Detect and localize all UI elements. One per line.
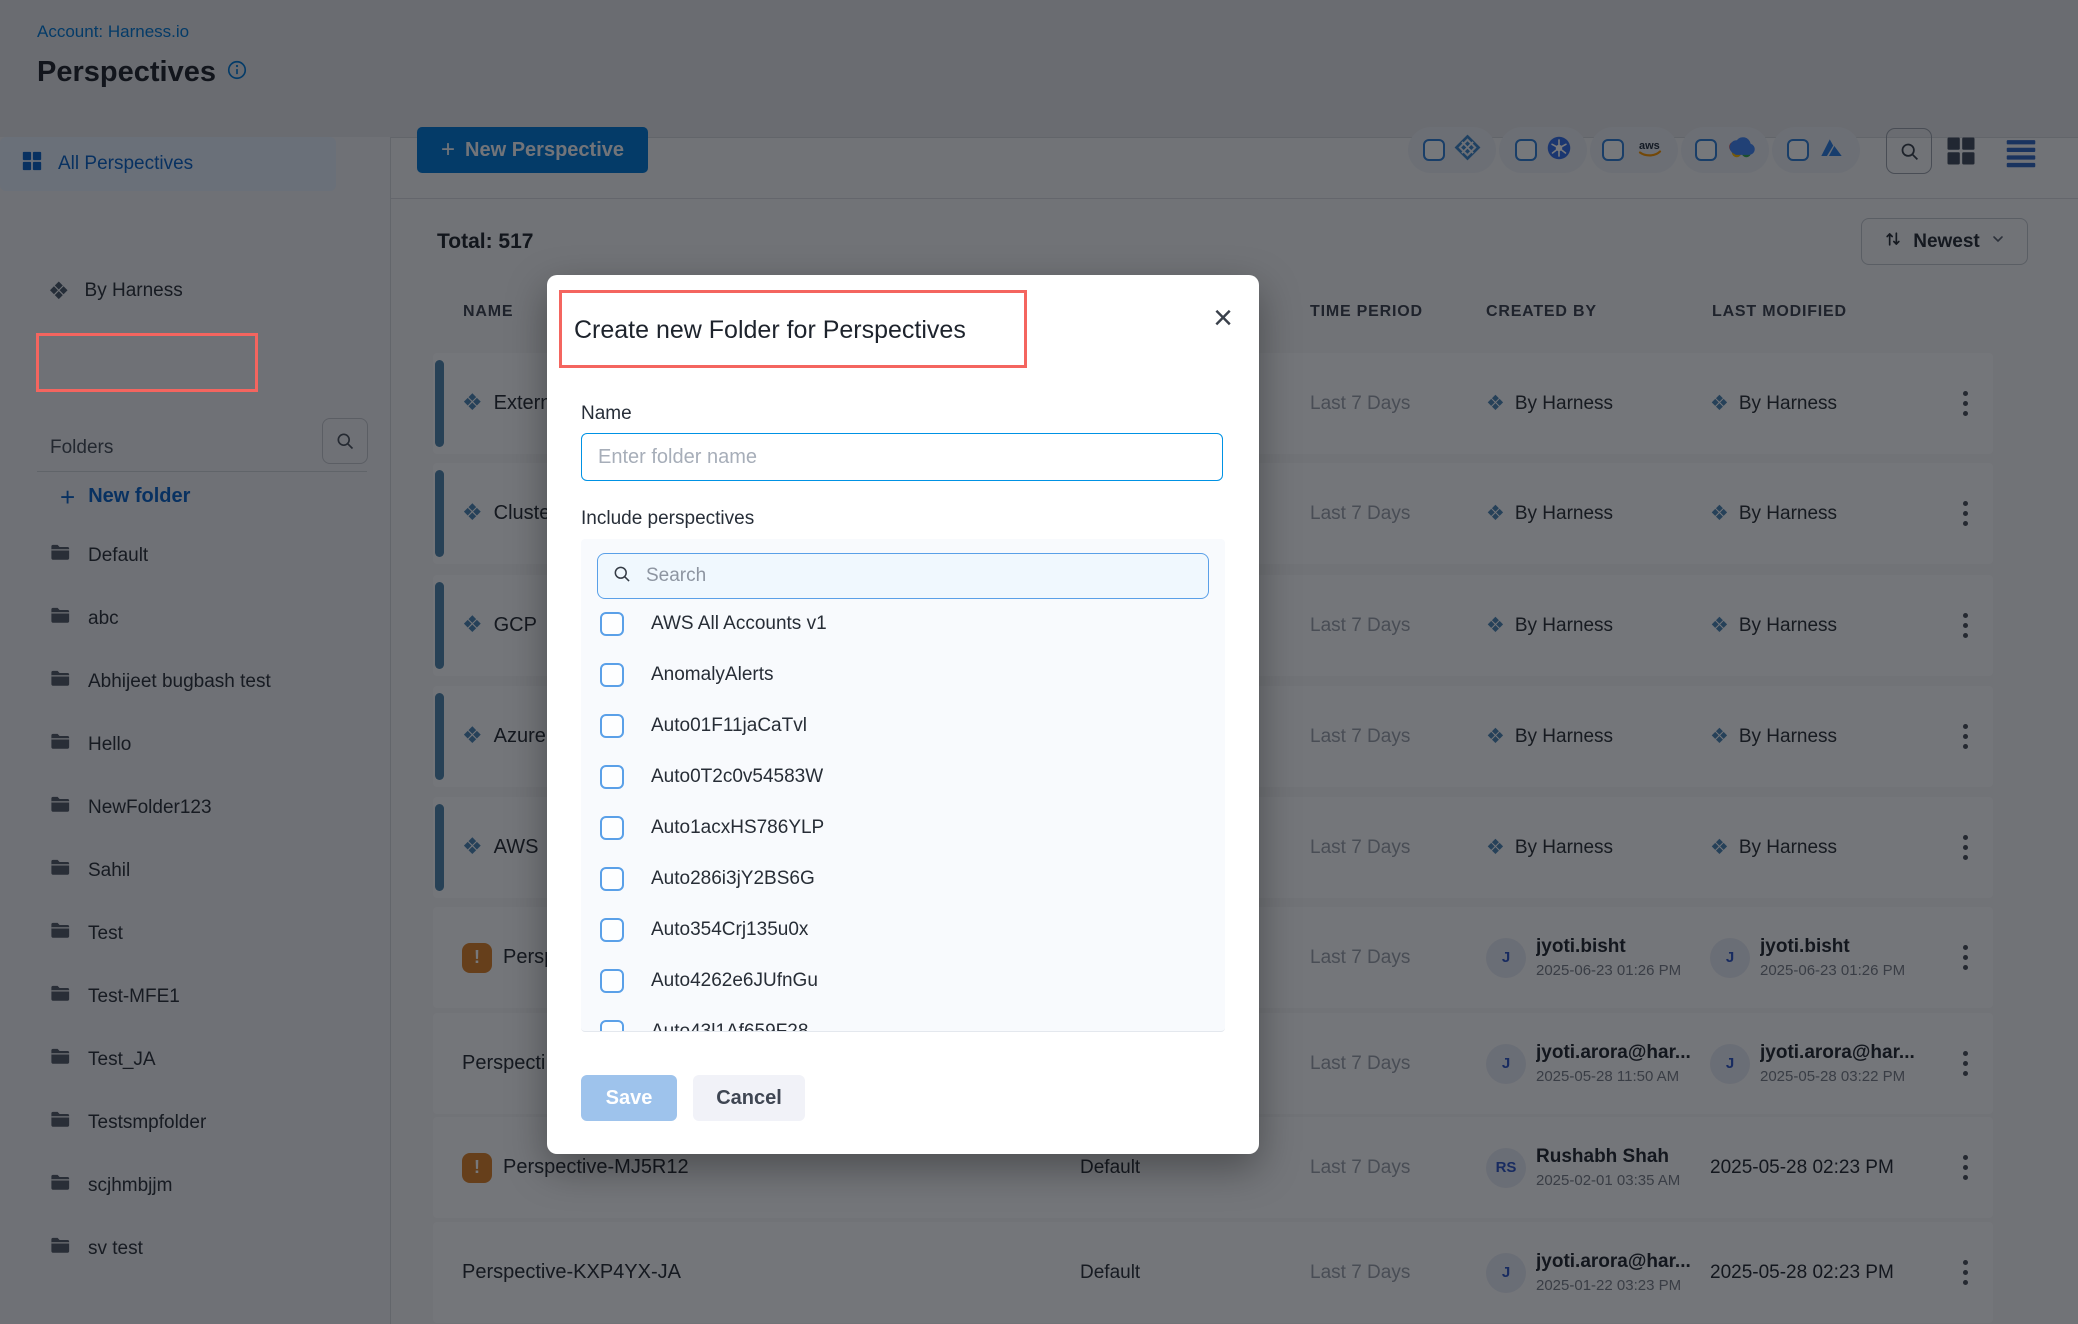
perspective-checkbox[interactable]: [600, 612, 624, 636]
perspective-checkbox[interactable]: [600, 765, 624, 789]
perspective-option-label: Auto1acxHS786YLP: [651, 817, 824, 839]
perspective-option[interactable]: Auto01F11jaCaTvl: [600, 713, 807, 739]
perspective-checkbox[interactable]: [600, 714, 624, 738]
perspective-checkbox[interactable]: [600, 1020, 624, 1032]
perspectives-page: Account: Harness.io Perspectives ❖ By Ha…: [0, 0, 2078, 1324]
perspective-option[interactable]: Auto286i3jY2BS6G: [600, 866, 815, 892]
close-icon[interactable]: ×: [1213, 301, 1233, 335]
perspectives-picker: AWS All Accounts v1 AnomalyAlerts Auto01F1…: [581, 539, 1225, 1032]
perspective-option[interactable]: Auto354Crj135u0x: [600, 917, 808, 943]
perspective-option[interactable]: Auto1acxHS786YLP: [600, 815, 824, 841]
create-folder-modal: Create new Folder for Perspectives × Nam…: [547, 275, 1259, 1154]
perspective-checkbox[interactable]: [600, 918, 624, 942]
search-icon: [612, 564, 632, 589]
cancel-button[interactable]: Cancel: [693, 1075, 805, 1121]
perspective-option-label: Auto01F11jaCaTvl: [651, 715, 807, 737]
save-button[interactable]: Save: [581, 1075, 677, 1121]
annotation-box-modal-title: [559, 290, 1027, 368]
perspective-option-label: Auto43l1Af659F28: [651, 1021, 808, 1032]
perspective-checkbox[interactable]: [600, 867, 624, 891]
perspective-option-label: AWS All Accounts v1: [651, 613, 827, 635]
perspective-option[interactable]: Auto43l1Af659F28: [600, 1019, 808, 1032]
folder-name-input[interactable]: [581, 433, 1223, 481]
perspective-checkbox[interactable]: [600, 816, 624, 840]
perspective-checkbox[interactable]: [600, 969, 624, 993]
perspective-option[interactable]: Auto0T2c0v54583W: [600, 764, 823, 790]
folder-name-label: Name: [581, 403, 632, 425]
perspective-option-label: Auto354Crj135u0x: [651, 919, 808, 941]
perspective-option[interactable]: AWS All Accounts v1: [600, 611, 827, 637]
perspective-checkbox[interactable]: [600, 663, 624, 687]
perspective-option-label: Auto286i3jY2BS6G: [651, 868, 815, 890]
perspective-option-label: AnomalyAlerts: [651, 664, 774, 686]
perspectives-search: [597, 553, 1209, 599]
include-perspectives-label: Include perspectives: [581, 508, 754, 530]
perspectives-search-input[interactable]: [644, 564, 1194, 588]
perspective-option-label: Auto0T2c0v54583W: [651, 766, 823, 788]
perspective-option[interactable]: Auto4262e6JUfnGu: [600, 968, 818, 994]
perspective-option-label: Auto4262e6JUfnGu: [651, 970, 818, 992]
perspective-option[interactable]: AnomalyAlerts: [600, 662, 774, 688]
